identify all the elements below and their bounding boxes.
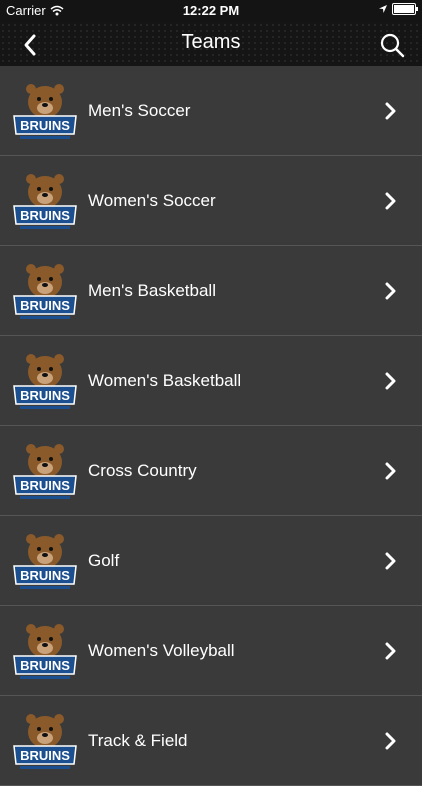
team-row[interactable]: BRUINS Track & Field xyxy=(0,696,422,786)
chevron-right-icon xyxy=(385,192,396,209)
page-title: Teams xyxy=(181,31,241,53)
bruins-logo: BRUINS xyxy=(13,264,77,319)
bruins-logo: BRUINS xyxy=(13,84,77,139)
status-time: 12:22 PM xyxy=(182,3,240,18)
search-icon[interactable] xyxy=(378,31,406,59)
team-row[interactable]: BRUINS Women's Volleyball xyxy=(0,606,422,696)
bruins-logo: BRUINS xyxy=(13,714,77,769)
svg-text:BRUINS: BRUINS xyxy=(20,568,70,583)
team-label: Men's Basketball xyxy=(88,280,216,300)
svg-text:BRUINS: BRUINS xyxy=(20,118,70,133)
chevron-right-icon xyxy=(385,462,396,479)
team-row[interactable]: BRUINS Women's Soccer xyxy=(0,156,422,246)
team-label: Cross Country xyxy=(88,460,197,480)
svg-text:BRUINS: BRUINS xyxy=(20,748,70,763)
bruins-logo: BRUINS xyxy=(13,354,77,409)
nav-bar: Teams xyxy=(0,22,422,66)
bruins-logo: BRUINS xyxy=(13,174,77,229)
chevron-right-icon xyxy=(385,552,396,569)
svg-text:BRUINS: BRUINS xyxy=(20,298,70,313)
team-row[interactable]: BRUINS Women's Basketball xyxy=(0,336,422,426)
svg-text:BRUINS: BRUINS xyxy=(20,388,70,403)
team-label: Women's Basketball xyxy=(88,370,242,390)
bruins-logo: BRUINS xyxy=(13,534,77,589)
team-row[interactable]: BRUINS Golf xyxy=(0,516,422,606)
team-label: Golf xyxy=(88,550,120,570)
chevron-right-icon xyxy=(385,732,396,749)
chevron-right-icon xyxy=(385,642,396,659)
bruins-logo: BRUINS xyxy=(13,624,77,679)
team-label: Track & Field xyxy=(88,730,188,750)
svg-text:BRUINS: BRUINS xyxy=(20,478,70,493)
team-row[interactable]: BRUINS Men's Soccer xyxy=(0,66,422,156)
svg-text:BRUINS: BRUINS xyxy=(20,658,70,673)
battery-icon xyxy=(392,3,418,15)
chevron-right-icon xyxy=(385,102,396,119)
chevron-right-icon xyxy=(385,282,396,299)
team-row[interactable]: BRUINS Men's Basketball xyxy=(0,246,422,336)
status-bar: Carrier 12:22 PM xyxy=(0,0,422,22)
status-right xyxy=(378,3,418,15)
bruins-logo: BRUINS xyxy=(13,444,77,499)
team-label: Women's Volleyball xyxy=(88,640,235,660)
svg-text:BRUINS: BRUINS xyxy=(20,208,70,223)
teams-list: BRUINS Men's Soccer BRUINS Women's Socce… xyxy=(0,66,422,786)
chevron-right-icon xyxy=(385,372,396,389)
team-label: Men's Soccer xyxy=(88,100,191,120)
team-row[interactable]: BRUINS Cross Country xyxy=(0,426,422,516)
location-arrow-icon xyxy=(379,5,387,13)
team-label: Women's Soccer xyxy=(88,190,216,210)
